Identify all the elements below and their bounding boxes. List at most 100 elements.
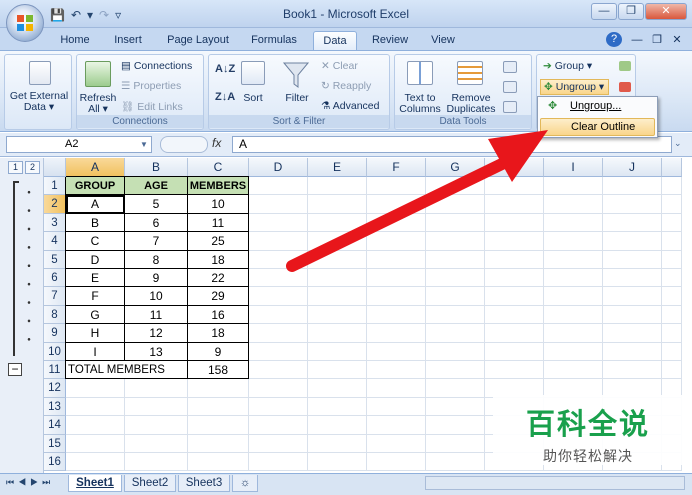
edit-links-button[interactable]: ⛓ Edit Links (121, 100, 183, 113)
sort-button[interactable]: Sort (237, 93, 269, 104)
column-header-j[interactable]: J (603, 158, 662, 177)
cell[interactable] (66, 453, 125, 472)
outline-level-2-button[interactable]: 2 (25, 161, 40, 174)
consolidate-icon[interactable] (503, 81, 517, 93)
cell[interactable] (308, 434, 367, 453)
table-cell[interactable]: 8 (125, 250, 188, 269)
tab-page-layout[interactable]: Page Layout (160, 31, 236, 50)
cell[interactable] (426, 324, 485, 343)
cell[interactable] (249, 305, 308, 325)
table-cell[interactable]: 12 (125, 324, 188, 343)
cell[interactable] (188, 379, 249, 398)
table-cell[interactable]: 9 (188, 342, 249, 361)
minimize-button[interactable]: — (591, 3, 617, 20)
table-cell[interactable]: 11 (188, 213, 249, 233)
table-cell[interactable]: 9 (125, 269, 188, 288)
row-header-7[interactable]: 7 (44, 287, 66, 306)
table-cell[interactable]: 22 (188, 269, 249, 288)
cell[interactable] (367, 453, 426, 472)
row-header-12[interactable]: 12 (44, 379, 66, 398)
cell[interactable] (544, 213, 603, 233)
group-button[interactable]: ➔ Group ▾ (543, 60, 592, 72)
cell[interactable] (662, 213, 682, 233)
cell[interactable] (603, 232, 662, 251)
cell[interactable] (662, 305, 682, 325)
cell[interactable] (66, 434, 125, 453)
column-header-h[interactable]: H (485, 158, 544, 177)
refresh-all-button[interactable]: Refresh All ▾ (79, 93, 117, 115)
cell[interactable] (367, 342, 426, 361)
properties-button[interactable]: ☰ Properties (121, 80, 181, 92)
cell[interactable] (426, 269, 485, 288)
cell[interactable] (426, 361, 485, 380)
cell[interactable] (544, 305, 603, 325)
cell[interactable] (249, 250, 308, 269)
cell[interactable] (426, 379, 485, 398)
cell[interactable] (308, 177, 367, 196)
cell[interactable] (662, 361, 682, 380)
column-header-c[interactable]: C (188, 158, 249, 177)
cell[interactable] (308, 379, 367, 398)
cell[interactable] (308, 287, 367, 306)
cell[interactable] (662, 269, 682, 288)
row-header-4[interactable]: 4 (44, 232, 66, 251)
table-cell[interactable]: D (66, 250, 125, 269)
column-header-k[interactable] (662, 158, 682, 177)
cell[interactable] (662, 324, 682, 343)
row-header-16[interactable]: 16 (44, 453, 66, 472)
row-header-5[interactable]: 5 (44, 250, 66, 269)
outline-level-1-button[interactable]: 1 (8, 161, 23, 174)
tab-view[interactable]: View (422, 31, 464, 50)
cell[interactable] (662, 232, 682, 251)
cell[interactable] (544, 342, 603, 361)
total-label-cell[interactable]: TOTAL MEMBERS (66, 361, 188, 380)
hide-detail-icon[interactable] (619, 82, 631, 92)
cell[interactable] (662, 177, 682, 196)
column-header-g[interactable]: G (426, 158, 485, 177)
cell[interactable] (188, 453, 249, 472)
cell[interactable] (544, 287, 603, 306)
advanced-filter-button[interactable]: ⚗ Advanced (321, 100, 379, 112)
table-cell[interactable]: G (66, 305, 125, 325)
cell[interactable] (603, 305, 662, 325)
formula-input[interactable]: A (232, 136, 672, 153)
cell[interactable] (367, 397, 426, 417)
horizontal-scrollbar[interactable] (425, 476, 685, 490)
cell[interactable] (308, 195, 367, 214)
sheet-tab-sheet2[interactable]: Sheet2 (124, 475, 176, 492)
cell[interactable] (367, 250, 426, 269)
cell[interactable] (367, 434, 426, 453)
cell[interactable] (426, 177, 485, 196)
cell[interactable] (426, 416, 485, 435)
table-cell[interactable]: 10 (125, 287, 188, 306)
cell[interactable] (544, 232, 603, 251)
tab-home[interactable]: Home (52, 31, 98, 50)
menu-item-ungroup[interactable]: ✥ Ungroup... (540, 98, 655, 116)
cell[interactable] (485, 213, 544, 233)
table-cell[interactable]: 7 (125, 232, 188, 251)
row-header-10[interactable]: 10 (44, 342, 66, 361)
ungroup-button[interactable]: ✥ Ungroup ▾ (540, 79, 610, 95)
column-header-i[interactable]: I (544, 158, 603, 177)
table-cell[interactable]: C (66, 232, 125, 251)
row-header-9[interactable]: 9 (44, 324, 66, 343)
table-cell[interactable]: 10 (188, 195, 249, 214)
cell[interactable] (249, 434, 308, 453)
cell[interactable] (367, 416, 426, 435)
table-cell[interactable]: 18 (188, 250, 249, 269)
column-header-f[interactable]: F (367, 158, 426, 177)
cell[interactable] (249, 379, 308, 398)
sheet-tab-sheet3[interactable]: Sheet3 (178, 475, 230, 492)
sort-a-to-z-button[interactable]: A↓Z (215, 63, 235, 75)
cell[interactable] (544, 195, 603, 214)
column-header-e[interactable]: E (308, 158, 367, 177)
cell[interactable] (544, 269, 603, 288)
cell[interactable] (249, 232, 308, 251)
cell[interactable] (544, 361, 603, 380)
row-header-8[interactable]: 8 (44, 305, 66, 325)
cell[interactable] (426, 434, 485, 453)
sheet-tab-sheet1[interactable]: Sheet1 (68, 475, 122, 492)
cell[interactable] (485, 305, 544, 325)
cell[interactable] (485, 195, 544, 214)
row-header-14[interactable]: 14 (44, 416, 66, 435)
